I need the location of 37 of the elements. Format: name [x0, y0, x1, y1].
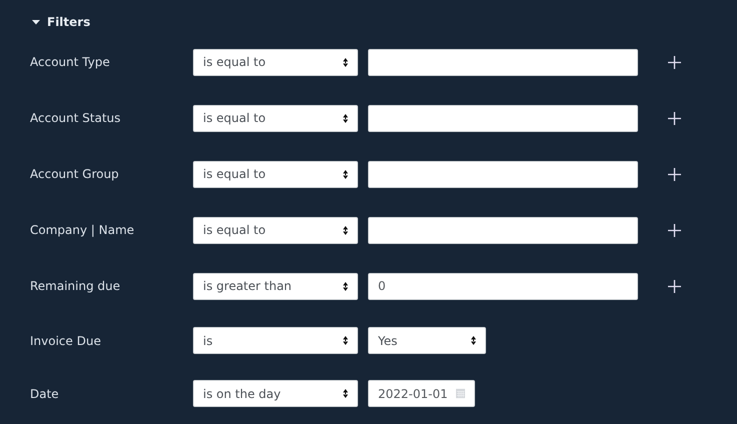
filter-label: Company | Name	[30, 223, 136, 237]
value-select[interactable]: Yes	[368, 327, 486, 354]
operator-select[interactable]: is	[193, 327, 358, 354]
sort-icon	[343, 282, 348, 290]
add-icon[interactable]	[668, 168, 681, 180]
add-icon[interactable]	[668, 112, 681, 124]
value-field[interactable]	[368, 48, 638, 76]
filter-label: Account Group	[30, 167, 120, 181]
operator-select[interactable]: is equal to	[193, 216, 358, 244]
operator-select[interactable]: is equal to	[193, 104, 358, 132]
date-field[interactable]: 2022-01-01	[368, 380, 475, 407]
filter-label: Account Type	[30, 55, 111, 69]
filter-label: Date	[30, 386, 60, 400]
sort-icon	[343, 58, 348, 66]
value-field[interactable]	[368, 160, 638, 188]
operator-select[interactable]: is on the day	[193, 380, 358, 407]
sort-icon	[343, 170, 348, 178]
sort-icon	[343, 389, 348, 398]
sort-icon	[343, 114, 348, 122]
filter-label: Remaining due	[30, 279, 122, 293]
operator-select[interactable]: is equal to	[193, 160, 358, 188]
add-icon[interactable]	[668, 56, 681, 68]
sort-icon	[343, 226, 348, 234]
value-field[interactable]: 0	[368, 272, 638, 300]
value-field[interactable]	[368, 104, 638, 132]
operator-select[interactable]: is greater than	[193, 272, 358, 300]
sort-icon	[471, 336, 476, 345]
caret-down-icon[interactable]	[32, 18, 40, 26]
section-title: Filters	[47, 15, 90, 29]
add-icon[interactable]	[668, 224, 681, 236]
filter-label: Invoice Due	[30, 334, 102, 348]
filter-label: Account Status	[30, 111, 122, 125]
value-field[interactable]	[368, 216, 638, 244]
sort-icon	[343, 336, 348, 345]
add-icon[interactable]	[668, 280, 681, 292]
calendar-icon	[456, 388, 465, 399]
operator-select[interactable]: is equal to	[193, 48, 358, 76]
